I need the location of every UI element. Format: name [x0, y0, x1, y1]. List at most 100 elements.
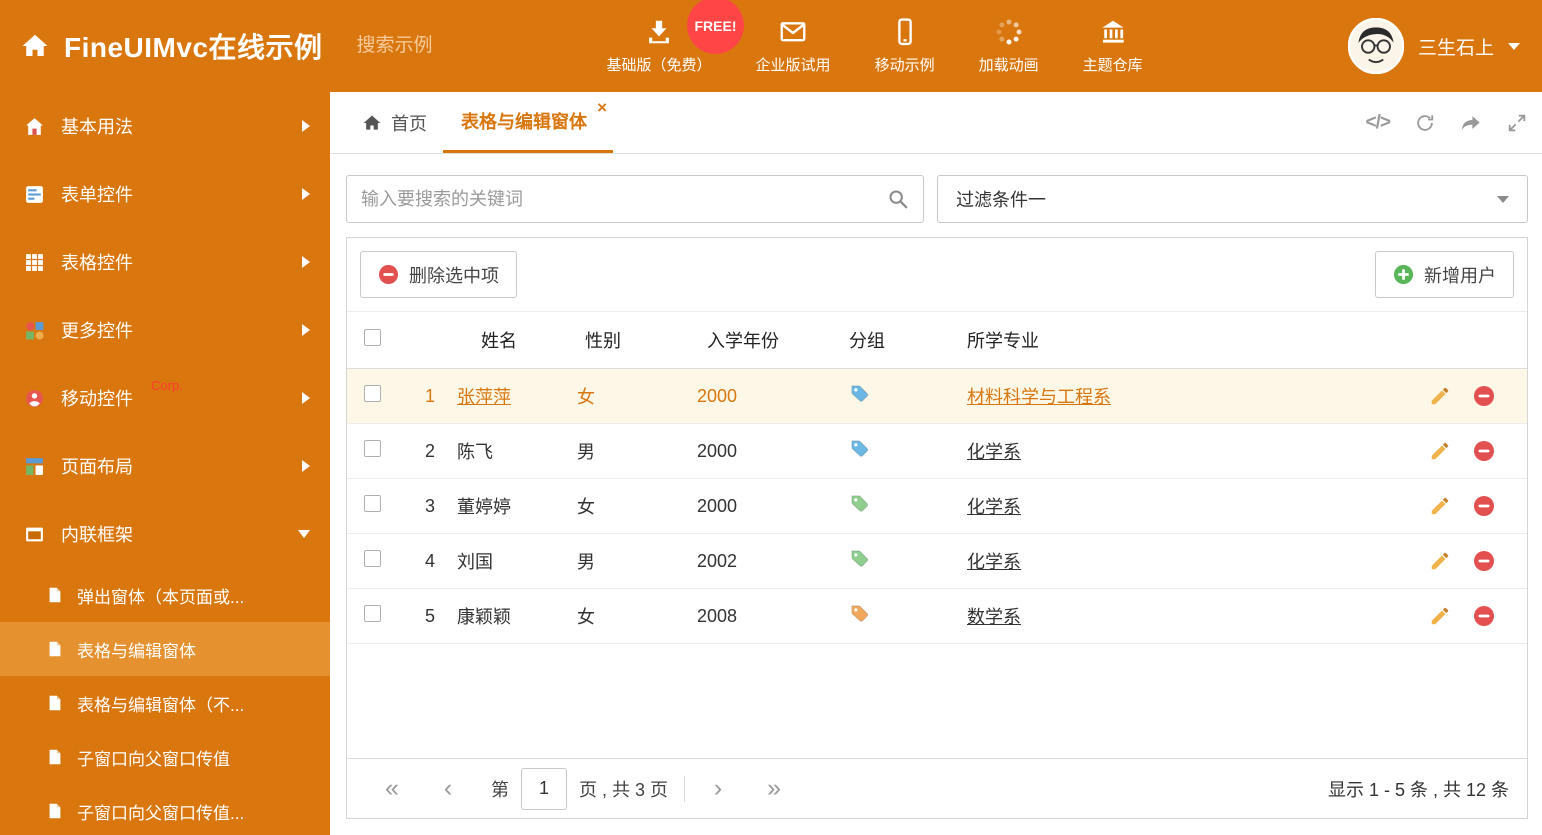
sidebar-item-form-controls[interactable]: 表单控件	[0, 160, 330, 228]
sidebar-subitem-child-to-parent[interactable]: 子窗口向父窗口传值	[0, 730, 330, 784]
edit-icon[interactable]	[1429, 605, 1451, 627]
first-page-button[interactable]: «	[375, 774, 409, 803]
sidebar-subitem-label: 子窗口向父窗口传值	[77, 749, 230, 769]
tag-icon	[851, 495, 869, 512]
cell-year: 2000	[697, 495, 738, 516]
plus-circle-icon	[1393, 264, 1414, 285]
edit-icon[interactable]	[1429, 385, 1451, 407]
user-menu[interactable]: 三生石上	[1347, 18, 1520, 74]
table-row[interactable]: 1 张萍萍 女 2000 材料科学与工程系	[347, 369, 1527, 424]
expand-icon[interactable]	[1506, 112, 1528, 134]
edit-icon[interactable]	[1429, 550, 1451, 572]
delete-selected-button[interactable]: 删除选中项	[360, 251, 517, 298]
edit-icon[interactable]	[1429, 440, 1451, 462]
chevron-down-icon	[1497, 195, 1509, 203]
delete-icon[interactable]	[1473, 550, 1495, 572]
major-link[interactable]: 化学系	[967, 497, 1021, 517]
table-row[interactable]: 4 刘国 男 2002 化学系	[347, 534, 1527, 589]
mobile-control-icon	[26, 389, 43, 407]
row-checkbox[interactable]	[364, 440, 381, 457]
sidebar-item-label: 表格控件	[61, 253, 133, 273]
sidebar-subitem-child-to-parent-2[interactable]: 子窗口向父窗口传值...	[0, 784, 330, 835]
nav-item-theme-store[interactable]: 主题仓库	[1083, 17, 1143, 75]
sidebar-item-label: 内联框架	[61, 525, 133, 545]
top-bar: FineUIMvc在线示例 FREE! 基础版（免费） 企业版试用 移动示例 加…	[0, 0, 1542, 92]
sidebar-subitem-label: 表格与编辑窗体	[77, 641, 196, 661]
refresh-icon[interactable]	[1414, 112, 1436, 134]
code-icon[interactable]: </>	[1366, 112, 1392, 134]
sidebar-item-mobile-controls[interactable]: 移动控件 Corp.	[0, 364, 330, 432]
minus-circle-icon	[378, 264, 399, 285]
sidebar-item-grid-controls[interactable]: 表格控件	[0, 228, 330, 296]
cell-number: 5	[424, 605, 435, 626]
grid-icon	[26, 253, 43, 271]
keyword-search-input[interactable]	[361, 188, 887, 210]
cell-gender: 男	[577, 552, 595, 572]
chevron-down-icon	[1508, 42, 1520, 50]
sidebar-item-basic-usage[interactable]: 基本用法	[0, 92, 330, 160]
cell-name: 刘国	[457, 552, 493, 572]
page-label-before: 第	[491, 779, 509, 800]
major-link[interactable]: 化学系	[967, 442, 1021, 462]
tag-icon	[851, 605, 869, 622]
major-link[interactable]: 材料科学与工程系	[967, 387, 1111, 407]
column-major: 所学专业	[967, 331, 1039, 351]
row-checkbox[interactable]	[364, 495, 381, 512]
bank-icon	[1101, 20, 1124, 43]
delete-icon[interactable]	[1473, 385, 1495, 407]
table-row[interactable]: 2 陈飞 男 2000 化学系	[347, 424, 1527, 479]
delete-icon[interactable]	[1473, 605, 1495, 627]
search-icon[interactable]	[887, 188, 909, 210]
next-page-button[interactable]: ›	[701, 774, 735, 803]
table-header: 姓名 性别 入学年份 分组 所学专业	[347, 312, 1527, 369]
sidebar-subitem-label: 弹出窗体（本页面或...	[77, 587, 245, 607]
sidebar-item-iframe[interactable]: 内联框架	[0, 500, 330, 568]
spinner-icon	[996, 19, 1022, 45]
page-number-input[interactable]	[521, 767, 567, 810]
nav-item-enterprise-trial[interactable]: 企业版试用	[756, 17, 831, 75]
sidebar-item-label: 页面布局	[61, 457, 133, 477]
chevron-down-icon	[298, 530, 310, 538]
row-checkbox[interactable]	[364, 605, 381, 622]
nav-item-loading-animation[interactable]: 加载动画	[979, 17, 1039, 75]
select-all-checkbox[interactable]	[364, 329, 381, 346]
sidebar-item-page-layout[interactable]: 页面布局	[0, 432, 330, 500]
tab-grid-edit-window[interactable]: 表格与编辑窗体 ×	[443, 92, 613, 153]
sidebar-subitem-popup-window[interactable]: 弹出窗体（本页面或...	[0, 568, 330, 622]
row-checkbox[interactable]	[364, 385, 381, 402]
cell-group	[849, 383, 967, 409]
last-page-button[interactable]: »	[757, 774, 791, 803]
table-row[interactable]: 5 康颖颖 女 2008 数学系	[347, 589, 1527, 644]
file-icon	[49, 641, 61, 657]
tag-icon	[851, 440, 869, 457]
grid-empty-space	[347, 644, 1527, 758]
header-search-input[interactable]	[356, 35, 517, 57]
sidebar-subitem-grid-edit-window-2[interactable]: 表格与编辑窗体（不...	[0, 676, 330, 730]
sidebar-subitem-grid-edit-window[interactable]: 表格与编辑窗体	[0, 622, 330, 676]
delete-icon[interactable]	[1473, 495, 1495, 517]
tab-label: 表格与编辑窗体	[461, 112, 587, 132]
delete-icon[interactable]	[1473, 440, 1495, 462]
home-icon	[363, 115, 381, 130]
tab-bar: 首页 表格与编辑窗体 × </>	[330, 92, 1542, 154]
frame-icon	[26, 527, 43, 541]
home-icon	[22, 34, 48, 56]
nav-item-mobile-demo[interactable]: 移动示例	[875, 17, 935, 75]
file-icon	[49, 749, 61, 765]
app-logo[interactable]: FineUIMvc在线示例	[20, 26, 323, 66]
filter-dropdown[interactable]: 过滤条件一	[937, 175, 1528, 223]
sidebar-item-label: 移动控件	[61, 389, 133, 409]
close-icon[interactable]: ×	[597, 99, 607, 116]
add-user-button[interactable]: 新增用户	[1375, 251, 1514, 298]
prev-page-button[interactable]: ‹	[431, 774, 465, 803]
share-icon[interactable]	[1460, 112, 1482, 134]
major-link[interactable]: 化学系	[967, 552, 1021, 572]
filter-row: 过滤条件一	[330, 154, 1542, 223]
grid-panel: 删除选中项 新增用户 姓名 性别 入学年份 分组 所学专业 1 张萍萍 女 20…	[346, 237, 1528, 819]
sidebar-item-more-controls[interactable]: 更多控件	[0, 296, 330, 364]
major-link[interactable]: 数学系	[967, 607, 1021, 627]
tab-home[interactable]: 首页	[346, 92, 443, 153]
edit-icon[interactable]	[1429, 495, 1451, 517]
row-checkbox[interactable]	[364, 550, 381, 567]
table-row[interactable]: 3 董婷婷 女 2000 化学系	[347, 479, 1527, 534]
